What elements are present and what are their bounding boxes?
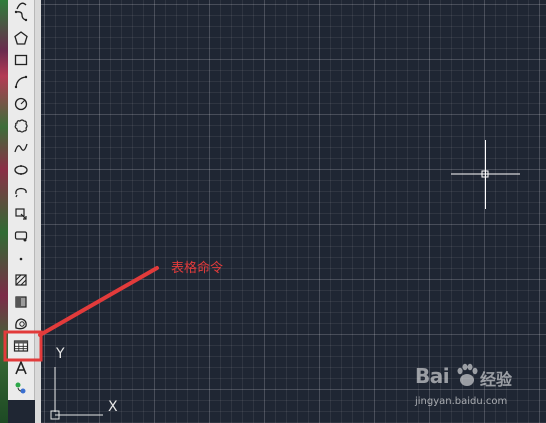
watermark-suffix: 经验 — [480, 370, 513, 389]
annotation-arrow — [38, 266, 159, 337]
ucs-x-label: X — [108, 399, 118, 415]
watermark-url: jingyan.baidu.com — [415, 396, 508, 407]
paw-logo-icon — [457, 363, 478, 386]
ucs-y-label: Y — [56, 346, 65, 362]
watermark-brand: Bai — [415, 364, 450, 388]
table-command-annotation: 表格命令 — [171, 261, 224, 276]
ucs-icon — [50, 367, 103, 420]
crosshair-cursor — [451, 140, 520, 209]
table-icon-highlight — [3, 330, 43, 362]
baidu-jingyan-watermark: Bai 经验 jingyan.baidu.com — [415, 358, 543, 418]
